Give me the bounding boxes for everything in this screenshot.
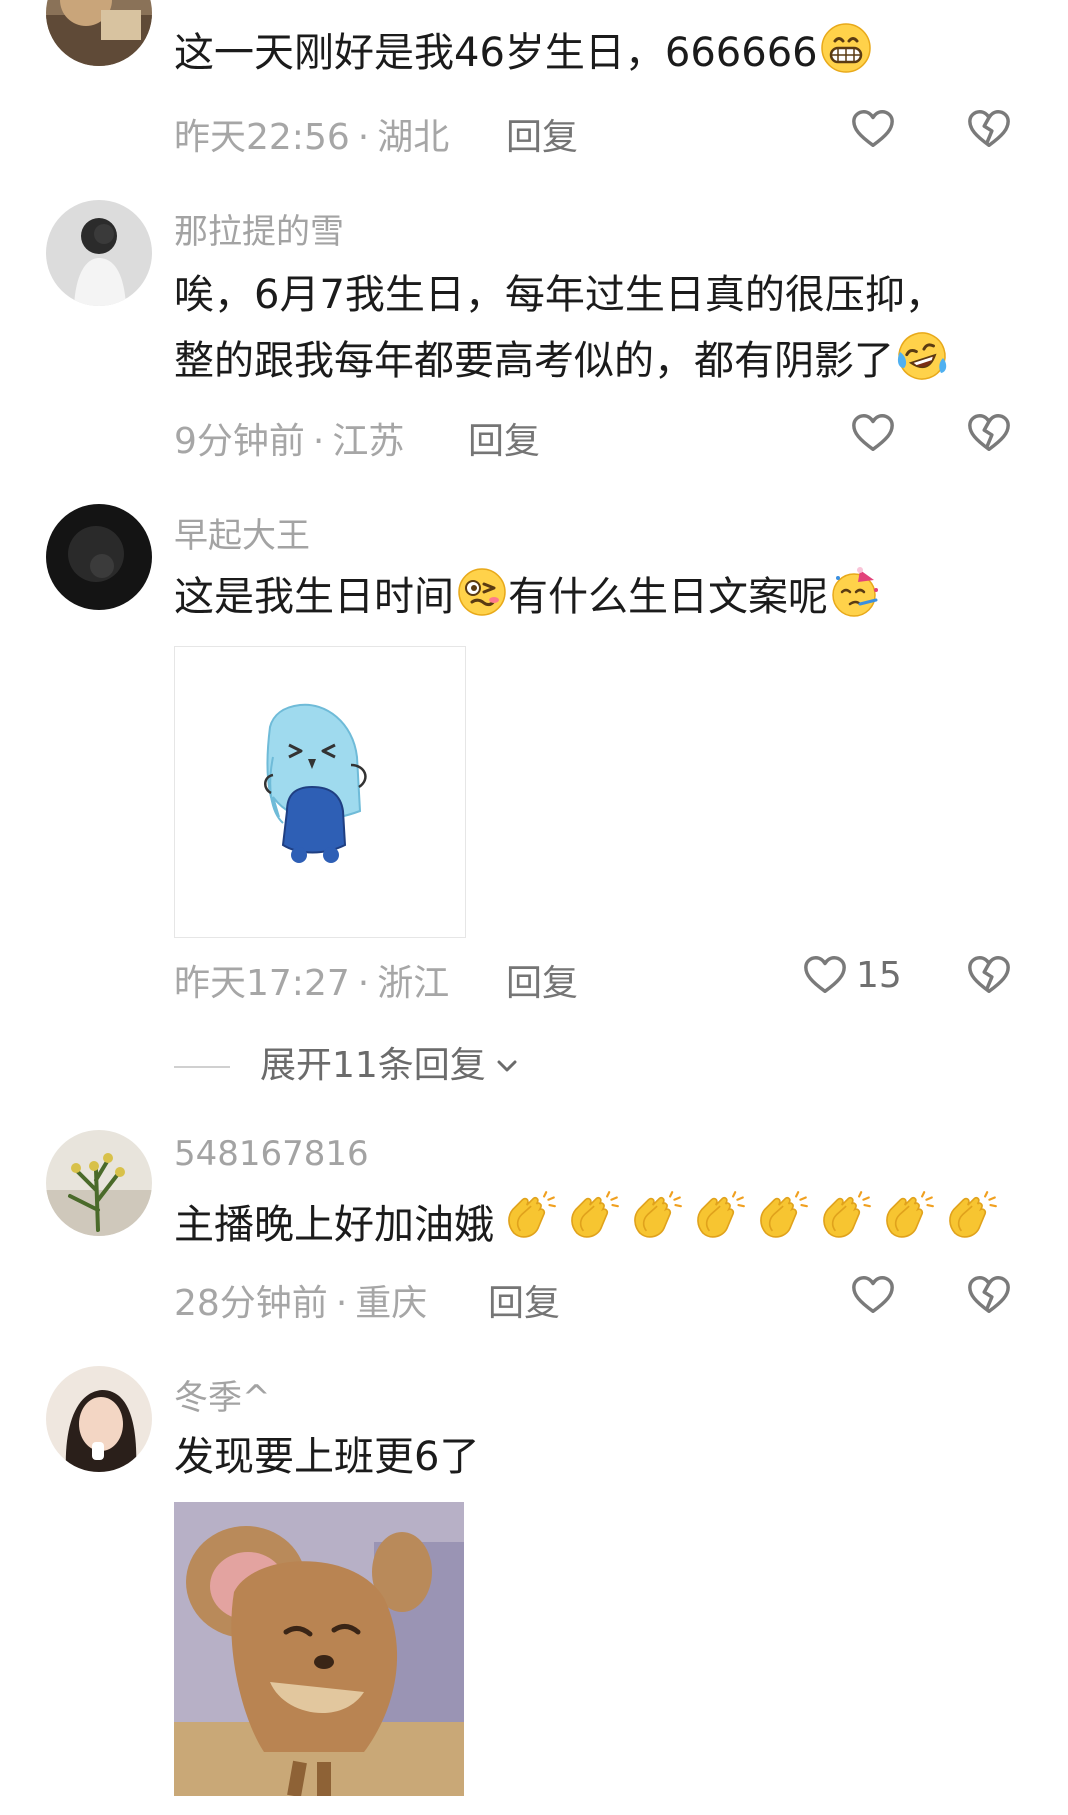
comment-location: 江苏 [332,421,405,462]
reply-button[interactable]: 回复 [468,412,540,464]
username[interactable]: 那拉提的雪 [174,204,344,253]
clapping-hands-emoji [753,1190,809,1246]
cartoon-mouse-sticker[interactable] [174,1502,464,1796]
reply-button[interactable]: 回复 [488,1274,560,1326]
clapping-hands-emoji [501,1190,557,1246]
clapping-hands-emoji [564,1190,620,1246]
clapping-hands-emoji [690,1190,746,1246]
like-button[interactable]: 15 [802,952,902,998]
expand-replies-button[interactable]: 展开11条回复 [174,1036,522,1088]
username[interactable]: 冬季^ [174,1370,271,1419]
clapping-hands-emoji-row [494,1202,998,1248]
clapping-hands-emoji [942,1190,998,1246]
clapping-hands-emoji [816,1190,872,1246]
tears-of-joy-emoji [896,330,948,382]
like-heart-icon[interactable] [802,952,848,998]
comment-meta: 28分钟前 · 重庆 [174,1283,428,1324]
avatar[interactable] [46,1366,152,1472]
grin-emoji [820,22,872,74]
reply-button[interactable]: 回复 [506,954,578,1006]
like-heart-icon[interactable] [850,410,896,456]
chevron-down-icon [492,1049,522,1079]
comment-time: 9分钟前 [174,421,305,462]
comment-text: 这是我生日时间 有什么生日文案呢 [174,564,882,630]
clapping-hands-emoji [627,1190,683,1246]
dislike-broken-heart-icon[interactable] [966,1272,1012,1318]
reply-button[interactable]: 回复 [506,108,578,160]
clapping-hands-emoji [879,1190,935,1246]
comment-location: 浙江 [377,963,450,1004]
like-heart-icon[interactable] [850,1272,896,1318]
comment-text: 发现要上班更6了 [174,1434,480,1480]
comment-time: 昨天22:56 [174,117,350,158]
avatar[interactable] [46,504,152,610]
comment-meta: 昨天22:56 · 湖北 [174,117,450,158]
blue-hair-anime-chibi-sticker[interactable] [174,646,466,938]
comment-text: 主播晚上好加油娥 [174,1190,998,1258]
like-heart-icon[interactable] [850,106,896,152]
username[interactable]: 548167816 [174,1134,369,1174]
avatar[interactable] [46,1130,152,1236]
comment-meta: 昨天17:27 · 浙江 [174,963,450,1004]
avatar[interactable] [46,200,152,306]
woozy-face-emoji [456,566,508,618]
comment-time: 昨天17:27 [174,963,350,1004]
comment-text: 唉，6月7我生日，每年过生日真的很压抑， [174,272,945,318]
username[interactable]: 早起大王 [174,508,310,557]
comment-text: 整的跟我每年都要高考似的，都有阴影了 [174,328,948,394]
comment-text: 这一天刚好是我46岁生日，666666 [174,20,872,86]
comment-meta: 9分钟前 · 江苏 [174,421,405,462]
like-count: 15 [856,954,902,996]
divider-line [174,1066,230,1068]
dislike-broken-heart-icon[interactable] [966,106,1012,152]
comment-time: 28分钟前 [174,1283,328,1324]
dislike-broken-heart-icon[interactable] [966,410,1012,456]
dislike-broken-heart-icon[interactable] [966,952,1012,998]
party-face-emoji [830,566,882,618]
avatar[interactable] [46,0,152,66]
comment-location: 湖北 [377,117,450,158]
comment-location: 重庆 [355,1283,428,1324]
